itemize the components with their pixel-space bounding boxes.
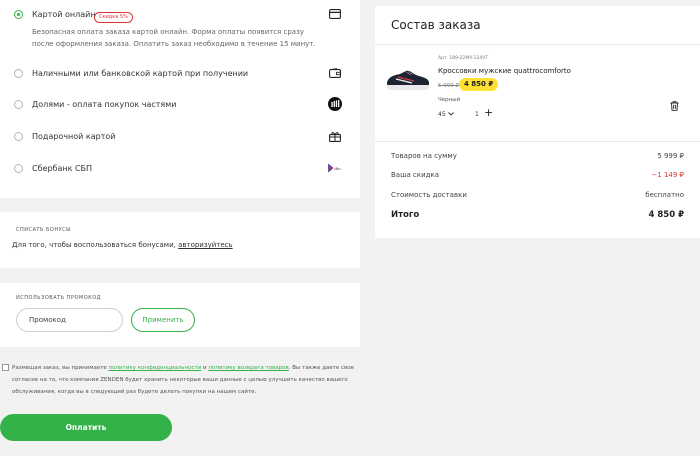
summary-row: Товаров на сумму 5 999 ₽ (391, 152, 684, 164)
apply-promo-button[interactable]: Применить (131, 308, 195, 332)
chevron-down-icon (447, 111, 454, 118)
payment-option-sbp[interactable]: Сбербанк СБП сбп (0, 158, 360, 178)
bonus-text-body: Для того, чтобы воспользоваться бонусами… (12, 241, 179, 249)
sbp-icon: сбп (328, 162, 342, 174)
summary-value: бесплатно (645, 191, 684, 199)
summary-label: Стоимость доставки (391, 191, 467, 199)
radio[interactable] (14, 163, 23, 173)
payment-option-label: Подарочной картой (32, 131, 116, 141)
login-link[interactable]: авторизуйтесь (178, 241, 233, 249)
payment-option-label: Наличными или банковской картой при полу… (32, 68, 249, 78)
bonus-section-label: Списать бонусы (16, 227, 72, 233)
svg-text:сбп: сбп (334, 167, 340, 171)
order-title: Состав заказа (391, 18, 481, 32)
size-value: 45 (438, 111, 446, 118)
consent-text: Размещая заказ, вы принимаете политику к… (12, 362, 362, 398)
payment-option-label: Сбербанк СБП (32, 163, 93, 173)
payment-description: Безопасная оплата заказа картой онлайн. … (32, 28, 316, 48)
payment-option-label: Долями - оплата покупок частями (32, 99, 177, 109)
radio-selected[interactable] (14, 9, 23, 19)
total-row: Итого 4 850 ₽ (391, 210, 684, 222)
new-price-badge: 4 850 ₽ (459, 78, 499, 91)
order-summary-card: Состав заказа Арт. 189-22MV-124VT Кроссо… (375, 6, 700, 238)
gift-icon (328, 130, 342, 142)
payment-option-cash[interactable]: Наличными или банковской картой при полу… (0, 63, 360, 83)
total-label: Итого (391, 210, 420, 220)
divider (375, 44, 700, 45)
summary-row: Ваша скидка −1 149 ₽ (391, 171, 684, 183)
promo-code-input[interactable] (16, 308, 123, 332)
promo-card: Использовать промокод Применить (0, 283, 360, 347)
payment-option-label: Картой онлайн (32, 9, 96, 19)
radio[interactable] (14, 131, 23, 141)
product-name[interactable]: Кроссовки мужские quattrocomforto (438, 67, 571, 75)
total-value: 4 850 ₽ (648, 210, 685, 220)
divider (375, 141, 700, 142)
bonus-card: Списать бонусы Для того, чтобы воспользо… (0, 212, 360, 268)
product-article: Арт. 189-22MV-124VT (438, 56, 489, 61)
privacy-policy-link[interactable]: политику конфиденциальности (109, 365, 202, 371)
payment-option-card-online[interactable]: Картой онлайн Скидка 5% (0, 4, 360, 24)
summary-row: Стоимость доставки бесплатно (391, 191, 684, 203)
promo-section-label: Использовать промокод (16, 295, 102, 301)
product-color: Черный (438, 97, 461, 103)
summary-label: Ваша скидка (391, 171, 439, 179)
product-image[interactable] (384, 63, 432, 95)
payment-option-gift-card[interactable]: Подарочной картой (0, 126, 360, 146)
summary-label: Товаров на сумму (391, 152, 457, 160)
discount-value: −1 149 ₽ (651, 171, 684, 179)
card-icon (328, 8, 342, 20)
payment-methods-card: Картой онлайн Скидка 5% Безопасная оплат… (0, 0, 360, 198)
quantity-value: 1 (475, 111, 479, 118)
consent-text-part: Размещая заказ, вы принимаете (12, 365, 109, 371)
return-policy-link[interactable]: политику возврата товаров (208, 365, 288, 371)
trash-icon[interactable] (670, 101, 679, 111)
dolyami-icon (328, 97, 342, 111)
bonus-text: Для того, чтобы воспользоваться бонусами… (12, 241, 233, 249)
size-select[interactable]: 45 (438, 111, 454, 118)
pay-button[interactable]: Оплатить (0, 414, 172, 441)
plus-icon[interactable]: + (484, 107, 493, 119)
wallet-icon (328, 67, 342, 79)
radio[interactable] (14, 99, 23, 109)
consent-checkbox[interactable] (2, 364, 9, 371)
old-price: 5 999 ₽ (438, 83, 459, 89)
payment-option-dolyami[interactable]: Долями - оплата покупок частями (0, 94, 360, 114)
discount-badge: Скидка 5% (94, 12, 133, 23)
radio[interactable] (14, 68, 23, 78)
summary-value: 5 999 ₽ (657, 152, 684, 160)
